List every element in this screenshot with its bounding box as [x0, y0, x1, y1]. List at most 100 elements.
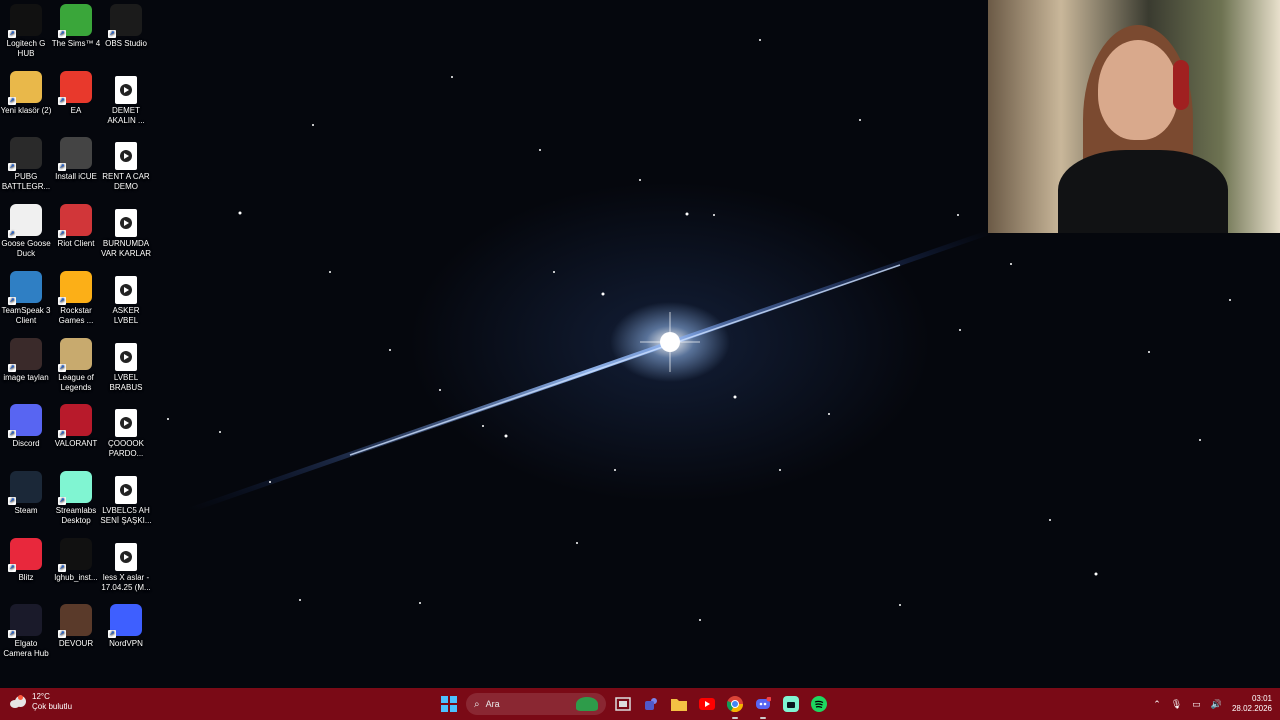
- task-view-button[interactable]: [612, 693, 634, 715]
- desktop-icon[interactable]: ↗ PUBG BATTLEGR...: [0, 133, 52, 192]
- desktop-icon[interactable]: ↗ Elgato Camera Hub: [0, 600, 52, 659]
- desktop-icon-label: BURNUMDA VAR KARLAR: [100, 239, 152, 259]
- video-file-icon: [110, 137, 142, 171]
- valorant-icon: ↗: [58, 404, 92, 439]
- desktop-icon-label: PUBG BATTLEGR...: [1, 172, 51, 192]
- search-highlight-icon: [576, 697, 598, 711]
- sims-plumbob-icon: ↗: [58, 4, 92, 38]
- microphone-icon[interactable]: 🎙: [1171, 699, 1182, 710]
- desktop-icon[interactable]: ↗ Blitz: [0, 534, 52, 583]
- desktop-icon-label: Rockstar Games ...: [58, 305, 94, 325]
- weather-temp: 12°C: [32, 692, 50, 701]
- desktop-icon[interactable]: ↗ Discord: [0, 400, 52, 449]
- desktop-icon[interactable]: BURNUMDA VAR KARLAR: [100, 200, 152, 259]
- desktop-icon[interactable]: ↗ TeamSpeak 3 Client: [0, 267, 52, 326]
- nordvpn-icon: ↗: [108, 604, 142, 639]
- desktop-icon-label: DEVOUR: [58, 639, 94, 649]
- folder-icon: ↗: [8, 70, 42, 105]
- desktop-icon[interactable]: ↗ Streamlabs Desktop: [50, 467, 102, 526]
- desktop-icon[interactable]: ↗ Rockstar Games ...: [50, 267, 102, 326]
- steam-icon: ↗: [8, 470, 42, 505]
- chevron-up-icon[interactable]: ⌃: [1153, 699, 1161, 710]
- ea-icon: ↗: [58, 70, 92, 105]
- desktop-icon-label: VALORANT: [54, 439, 98, 449]
- desktop-icon[interactable]: ↗ lghub_inst...: [50, 534, 102, 583]
- webcam-overlay: [988, 0, 1280, 233]
- spotify-button[interactable]: [808, 693, 830, 715]
- blitz-bolt-icon: ↗: [8, 537, 42, 572]
- desktop-icon-label: TeamSpeak 3 Client: [1, 305, 51, 325]
- desktop-icon-label: RENT A CAR DEMO: [102, 172, 150, 192]
- video-file-icon: [110, 271, 142, 304]
- search-placeholder: Ara: [485, 699, 500, 709]
- desktop-icon-label: Elgato Camera Hub: [3, 639, 49, 659]
- volume-icon[interactable]: 🔊: [1211, 699, 1222, 710]
- discord-icon: ↗: [8, 404, 42, 439]
- desktop-icon[interactable]: ↗ image taylan: [0, 334, 52, 383]
- streamlabs-button[interactable]: [780, 693, 802, 715]
- obs-icon: ↗: [108, 4, 142, 38]
- pubg-icon: ↗: [8, 137, 42, 172]
- clock[interactable]: 03:01 28.02.2026: [1232, 694, 1272, 714]
- teamspeak-icon: ↗: [8, 270, 42, 305]
- streamlabs-icon: ↗: [58, 470, 92, 505]
- search-icon: ⌕: [474, 698, 480, 710]
- desktop-icon-label: Discord: [12, 439, 40, 449]
- weather-condition: Çok bulutlu: [32, 702, 73, 711]
- spotify-icon: [811, 696, 827, 712]
- desktop-icon[interactable]: ÇOOOOK PARDO...: [100, 400, 152, 459]
- desktop-icon[interactable]: ↗ VALORANT: [50, 400, 102, 449]
- network-icon[interactable]: ▭: [1192, 699, 1201, 710]
- desktop-icon[interactable]: ↗ League of Legends: [50, 334, 102, 393]
- desktop-icon-label: Steam: [14, 505, 38, 515]
- image-thumbnail-icon: ↗: [8, 337, 42, 372]
- desktop-icon-label: Logitech G HUB: [6, 39, 46, 58]
- desktop-icon-label: Blitz: [18, 572, 34, 582]
- desktop-icon[interactable]: LVBEL BRABUS: [100, 334, 152, 393]
- desktop-icon-label: Yeni klasör (2): [0, 105, 52, 115]
- system-tray: ⌃ 🎙 ▭ 🔊 03:01 28.02.2026: [1153, 688, 1272, 720]
- start-button[interactable]: [438, 693, 460, 715]
- desktop-icon-label: LVBEL BRABUS: [109, 372, 143, 392]
- desktop-icon[interactable]: ↗ OBS Studio: [100, 0, 152, 49]
- desktop-icon-label: Install iCUE: [55, 172, 97, 182]
- search-box[interactable]: ⌕ Ara: [466, 693, 606, 715]
- desktop-icon[interactable]: ↗ Riot Client: [50, 200, 102, 249]
- video-file-icon: [110, 471, 142, 504]
- desktop-icon-label: NordVPN: [109, 639, 143, 649]
- desktop-icon[interactable]: RENT A CAR DEMO: [100, 133, 152, 192]
- taskbar-center: ⌕ Ara: [438, 688, 830, 720]
- desktop-icon[interactable]: ↗ Logitech G HUB: [0, 0, 52, 59]
- youtube-button[interactable]: [696, 693, 718, 715]
- taskbar: 12°C Çok bulutlu ⌕ Ara ⌃ 🎙 ▭ 🔊 03:01 28.…: [0, 688, 1280, 720]
- rockstar-icon: ↗: [58, 270, 92, 305]
- desktop-icon[interactable]: ↗ Install iCUE: [50, 133, 102, 182]
- desktop-icon[interactable]: ASKER LVBEL: [100, 267, 152, 326]
- teams-icon: [645, 698, 657, 710]
- weather-widget[interactable]: 12°C Çok bulutlu: [10, 692, 72, 712]
- desktop-icon[interactable]: ↗ EA: [50, 67, 102, 116]
- desktop-icon-label: EA: [70, 105, 82, 115]
- desktop-icon-label: Goose Goose Duck: [1, 239, 51, 259]
- file-explorer-button[interactable]: [668, 693, 690, 715]
- desktop-icon[interactable]: ↗ NordVPN: [100, 600, 152, 649]
- desktop-icon[interactable]: LVBELC5 AH SENİ ŞAŞKI...: [100, 467, 152, 526]
- desktop-icon[interactable]: ↗ DEVOUR: [50, 600, 102, 649]
- desktop-icon[interactable]: DEMET AKALIN ...: [100, 67, 152, 126]
- desktop-icon[interactable]: ↗ The Sims™ 4: [50, 0, 102, 49]
- discord-button[interactable]: [752, 693, 774, 719]
- chrome-button[interactable]: [724, 693, 746, 719]
- logitech-g-icon: ↗: [8, 4, 42, 38]
- desktop-icon-label: LVBELC5 AH SENİ ŞAŞKI...: [100, 505, 152, 525]
- video-file-icon: [110, 338, 142, 371]
- desktop-icon-label: The Sims™ 4: [51, 39, 101, 48]
- desktop-icon[interactable]: less X aslar - 17.04.25 (M...: [100, 534, 152, 593]
- desktop-icon[interactable]: ↗ Yeni klasör (2): [0, 67, 52, 116]
- headset: [1173, 60, 1189, 110]
- desktop-icon[interactable]: ↗ Goose Goose Duck: [0, 200, 52, 259]
- video-file-icon: [110, 204, 142, 238]
- teams-button[interactable]: [640, 693, 662, 715]
- elgato-camera-icon: ↗: [8, 604, 42, 639]
- desktop-icon[interactable]: ↗ Steam: [0, 467, 52, 516]
- video-file-icon: [110, 404, 142, 438]
